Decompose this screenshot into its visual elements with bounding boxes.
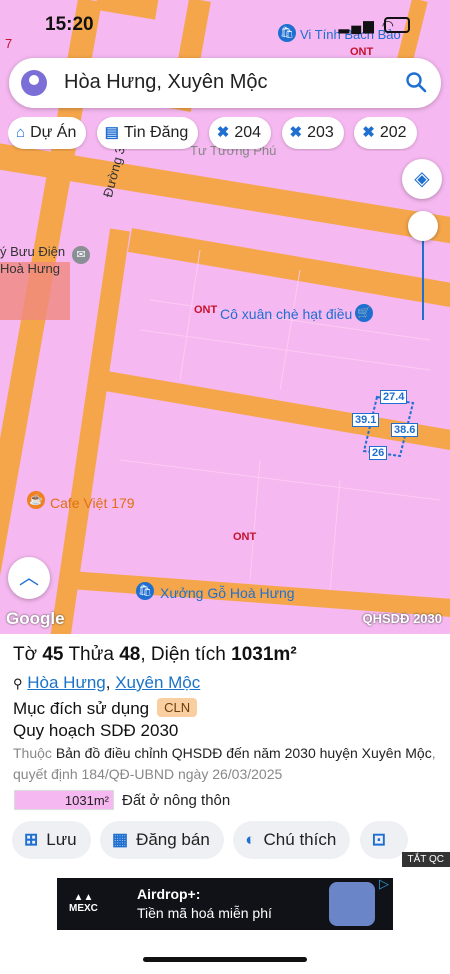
search-icon[interactable] [405,71,427,93]
expand-sheet-button[interactable]: ︿ [8,557,50,599]
chip-du-an[interactable]: ⌂ Dự Án [8,117,87,149]
half-circle-icon: ◐ [245,830,256,849]
plan-description: Thuộc Bản đồ điều chỉnh QHSDĐ đến năm 20… [13,745,436,782]
shop-icon[interactable]: 🛒 [355,304,373,322]
search-bar[interactable]: Hòa Hưng, Xuyên Mộc [9,58,441,108]
layers-icon: ◈ [414,168,430,190]
purpose-row: Mục đích sử dụng CLN [13,698,198,719]
post-office-label: ý Bưu Điện Hoà Hưng [0,244,66,276]
opacity-slider-knob[interactable] [408,211,438,241]
camera-icon: ⊡ [371,830,386,849]
ont-label: ONT [194,304,218,316]
chip-204[interactable]: ✖ 204 [208,117,272,149]
shop-mid-label: Cô xuân chè hạt điều [220,306,353,322]
battery-icon [384,17,410,33]
commune-link[interactable]: Hòa Hưng [27,673,105,692]
legend-button[interactable]: ◐ Chú thích [233,821,351,859]
home-indicator [143,957,307,962]
action-buttons: ⊞ Lưu ▦ Đăng bán ◐ Chú thích ⊡ [12,821,450,859]
pin-icon: ⚲ [13,676,23,691]
chip-202[interactable]: ✖ 202 [354,117,417,149]
dimension-label: 27.4 [380,390,408,404]
parcel-title: Tờ 45 Thửa 48, Diện tích 1031m² [13,644,297,665]
land-use-legend: 1031m² Đất ở nông thôn [14,790,230,810]
legend-swatch: 1031m² [14,790,114,810]
parcel-sheet: Tờ 45 Thửa 48, Diện tích 1031m² ⚲ Hòa Hư… [0,634,450,870]
grid-icon: ✖ [362,124,375,141]
save-button[interactable]: ⊞ Lưu [12,821,91,859]
listing-icon: ▤ [104,124,119,141]
ad-brand-logo: ▲▲ MEXC [69,892,98,914]
cafe-icon[interactable]: ☕ [27,491,45,509]
status-time: 15:20 [45,14,94,35]
hide-ad-button[interactable]: TẮT QC [401,852,450,867]
chevron-up-icon: ︿ [19,567,39,589]
post-sale-button[interactable]: ▦ Đăng bán [100,821,224,859]
chip-203[interactable]: ✖ 203 [281,117,344,149]
status-bar: 15:20 ▂▄▆ ◠ [0,0,450,52]
chip-tin-dang[interactable]: ▤ Tin Đăng [96,117,199,149]
shop-icon[interactable]: 🛍 [136,582,154,600]
grid-icon: ✖ [216,124,230,141]
parcel-location: ⚲ Hòa Hưng, Xuyên Mộc [13,673,201,692]
plan-title: Quy hoạch SDĐ 2030 [13,721,179,740]
grid-icon: ✖ [289,124,303,141]
opacity-slider-track[interactable] [422,230,424,320]
ad-subtitle: Tiền mã hoá miễn phí [137,905,272,921]
overlay-label: QHSDĐ 2030 [362,611,442,626]
save-plus-icon: ⊞ [24,830,39,849]
cafe-label: Cafe Việt 179 [50,495,135,511]
layers-button[interactable]: ◈ [402,159,442,199]
filter-chips: ⌂ Dự Án ▤ Tin Đăng ✖ 204 ✖ 203 ✖ 202 [8,117,450,151]
dimension-label: 39.1 [352,413,380,427]
adchoices-icon[interactable]: ▷ [379,876,389,892]
ont-label: ONT [233,531,257,543]
purpose-badge: CLN [157,698,198,717]
avatar[interactable] [21,70,47,96]
ad-image [329,882,375,926]
post-office-icon[interactable]: ✉ [72,246,90,264]
house-icon: ⌂ [16,124,26,141]
google-logo: Google [6,609,65,628]
ad-card[interactable]: ▲▲ MEXC Airdrop+: Tiền mã hoá miễn phí [57,878,393,930]
ad-title: Airdrop+: [137,886,201,902]
dimension-label: 38.6 [391,423,419,437]
workshop-label: Xưởng Gỗ Hoà Hưng [160,585,295,601]
district-link[interactable]: Xuyên Mộc [115,673,200,692]
post-icon: ▦ [112,830,129,849]
search-input[interactable]: Hòa Hưng, Xuyên Mộc [64,71,268,94]
legend-label: Đất ở nông thôn [122,791,231,809]
dimension-label: 26 [369,446,388,460]
